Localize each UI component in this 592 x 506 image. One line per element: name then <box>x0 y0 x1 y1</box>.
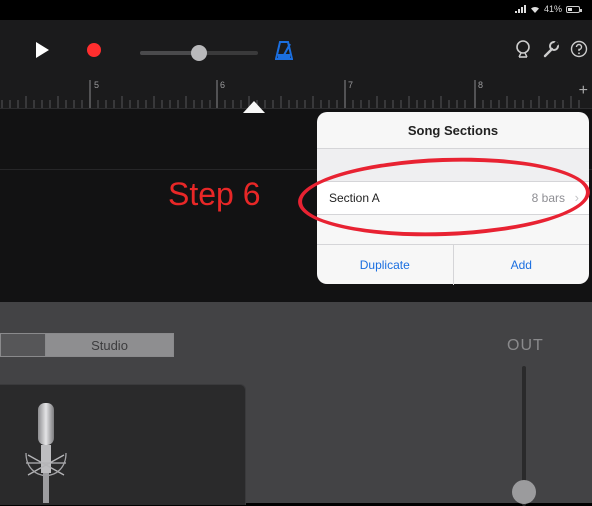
play-button[interactable] <box>26 34 58 66</box>
metronome-button[interactable] <box>268 34 300 66</box>
ruler-ticks <box>1 80 580 108</box>
help-icon <box>570 40 588 58</box>
timeline-ruler[interactable]: 5 6 7 8 + <box>0 78 592 109</box>
mode-segment-other[interactable] <box>1 334 46 356</box>
output-fader-knob[interactable] <box>512 480 536 504</box>
loops-button[interactable] <box>508 34 538 64</box>
battery-percentage: 41% <box>543 4 562 14</box>
record-button[interactable] <box>78 34 110 66</box>
popover-title: Song Sections <box>407 122 499 138</box>
loop-icon <box>516 40 530 58</box>
step-annotation: Step 6 <box>168 176 261 212</box>
control-bar <box>0 20 592 78</box>
output-label: OUT <box>507 337 544 354</box>
volume-knob[interactable] <box>191 45 207 61</box>
master-volume-slider[interactable] <box>140 45 258 61</box>
bar-number: 8 <box>478 80 484 90</box>
microphone-panel[interactable] <box>0 384 246 505</box>
record-icon <box>87 43 101 57</box>
recorder-mode-control[interactable]: Studio <box>0 333 174 357</box>
mode-segment-studio[interactable]: Studio <box>46 334 173 356</box>
wifi-icon <box>530 6 539 13</box>
bar-number: 7 <box>348 80 354 90</box>
play-icon <box>36 42 49 58</box>
settings-button[interactable] <box>536 34 566 64</box>
help-button[interactable] <box>564 34 592 64</box>
battery-icon <box>566 5 582 13</box>
song-sections-button[interactable]: + <box>579 82 588 100</box>
duplicate-button[interactable]: Duplicate <box>317 245 453 285</box>
status-indicators: 41% <box>514 4 582 14</box>
wrench-icon <box>543 41 559 58</box>
audio-recorder-panel: Studio OUT <box>0 302 592 506</box>
popover-arrow <box>243 101 265 113</box>
signal-icon <box>514 5 526 13</box>
add-button[interactable]: Add <box>452 245 590 285</box>
bar-number: 5 <box>94 80 100 90</box>
metronome-icon <box>275 41 293 60</box>
bar-number: 6 <box>220 80 226 90</box>
popover-actions: Duplicate Add <box>317 244 589 285</box>
status-bar: 41% <box>0 0 592 20</box>
microphone-icon <box>25 403 67 503</box>
